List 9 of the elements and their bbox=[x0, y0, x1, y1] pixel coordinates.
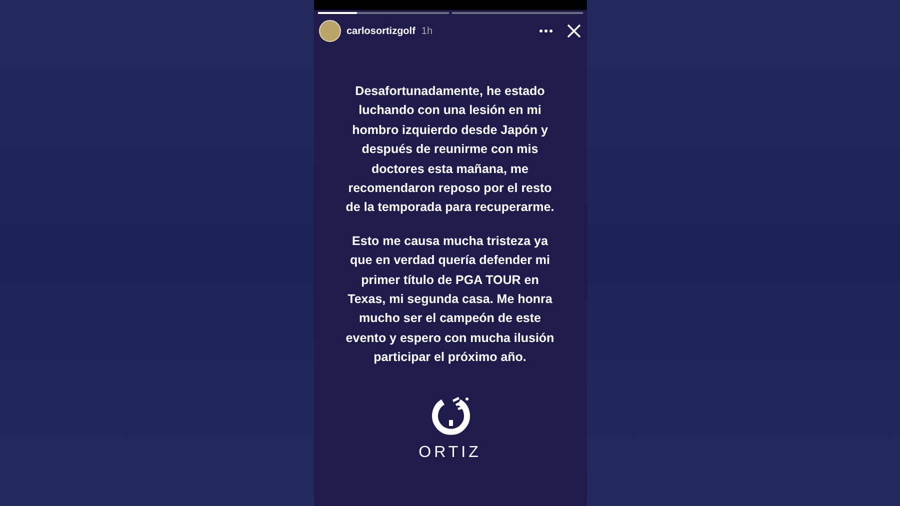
story-text: Desafortunadamente, he estado luchando con una lesión en mi hombro izquierdo desde Japón y después de reunirme con mis doctores esta mañana, me recomendaron reposo por el resto de la temporada para recuperarme. bbox=[344, 83, 556, 216]
story-text: Esto me causa mucha tristeza ya que en verdad quería defender mi primer título de PGA TOUR en Texas, mi segunda casa. Me honra mucho ser el campeón de este evento y espero con mucha ilusión participar el próximo año. bbox=[344, 232, 556, 366]
more-options-icon[interactable] bbox=[538, 29, 552, 33]
close-icon[interactable] bbox=[566, 24, 580, 38]
logo-icon bbox=[429, 396, 471, 436]
avatar[interactable] bbox=[318, 20, 340, 42]
post-time: 1h bbox=[421, 26, 433, 36]
logo-wordmark: ORTIZ bbox=[418, 444, 482, 462]
username[interactable]: carlosortizgolf bbox=[346, 26, 416, 36]
